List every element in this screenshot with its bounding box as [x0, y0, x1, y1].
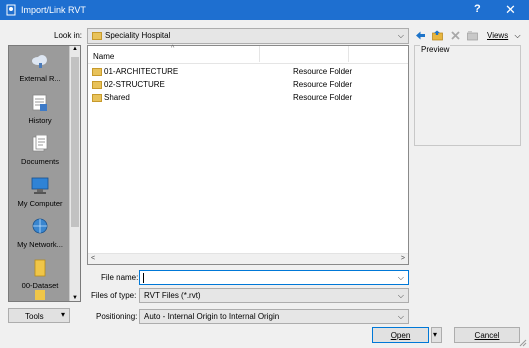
files-of-type-dropdown[interactable]: RVT Files (*.rvt) ⌵: [139, 288, 409, 303]
item-name: 02-STRUCTURE: [104, 80, 165, 89]
folder-icon: [92, 81, 102, 89]
revit-app-icon: [6, 4, 16, 16]
column-separator[interactable]: [259, 46, 260, 62]
list-item[interactable]: Shared Resource Folder: [88, 92, 398, 105]
chevron-down-icon[interactable]: ⌵: [398, 31, 404, 41]
files-of-type-label: Files of type:: [91, 291, 137, 300]
close-button[interactable]: ✕: [505, 2, 516, 18]
scroll-right-icon[interactable]: >: [401, 255, 405, 262]
views-chevron-icon: ⌵: [514, 31, 521, 40]
look-in-dropdown[interactable]: Speciality Hospital ⌵: [87, 28, 409, 44]
file-name-input[interactable]: ⌵: [139, 270, 409, 285]
positioning-label: Positioning:: [96, 312, 138, 321]
chevron-down-icon[interactable]: ⌵: [398, 273, 404, 283]
tools-button[interactable]: Tools ▾: [8, 308, 70, 323]
list-item[interactable]: 02-STRUCTURE Resource Folder: [88, 79, 398, 92]
new-folder-icon[interactable]: [467, 30, 478, 41]
scrollbar-thumb[interactable]: [71, 57, 79, 227]
text-caret: [143, 273, 144, 283]
place-label: 00-Dataset: [21, 281, 59, 290]
place-label: My Network...: [17, 240, 63, 249]
list-item[interactable]: 01-ARCHITECTURE Resource Folder: [88, 66, 398, 79]
scroll-down-icon[interactable]: ▼: [72, 295, 78, 301]
window-title: Import/Link RVT: [21, 5, 86, 15]
place-label: My Computer: [17, 199, 63, 208]
tools-label: Tools: [25, 312, 44, 321]
place-partial: [9, 290, 71, 300]
open-options-button[interactable]: ▾: [431, 327, 442, 343]
place-my-computer[interactable]: My Computer: [9, 177, 71, 208]
folder-icon: [34, 259, 46, 277]
place-label: External R...: [19, 74, 61, 83]
history-icon: [32, 94, 47, 111]
back-arrow-icon[interactable]: [415, 30, 426, 41]
look-in-value: Speciality Hospital: [105, 31, 171, 40]
chevron-down-icon[interactable]: ⌵: [398, 291, 404, 301]
delete-icon[interactable]: [450, 30, 461, 41]
column-name[interactable]: Name: [93, 52, 114, 61]
item-name: 01-ARCHITECTURE: [104, 67, 179, 76]
folder-icon: [92, 32, 102, 40]
files-of-type-value: RVT Files (*.rvt): [144, 291, 201, 300]
network-icon: [32, 218, 48, 234]
chevron-down-icon: ▾: [433, 330, 438, 339]
resize-grip-icon[interactable]: [517, 337, 527, 347]
views-menu[interactable]: Views ⌵: [487, 31, 521, 41]
cancel-label: Cancel: [474, 331, 500, 340]
item-name: Shared: [104, 93, 130, 102]
place-documents[interactable]: Documents: [9, 134, 71, 166]
help-button[interactable]: ?: [474, 3, 481, 15]
place-my-network[interactable]: My Network...: [9, 218, 71, 249]
chevron-down-icon[interactable]: ⌵: [398, 312, 404, 322]
computer-icon: [31, 177, 49, 194]
places-sidebar: External R... History Documents My Compu…: [8, 45, 81, 302]
place-00-dataset[interactable]: 00-Dataset: [9, 259, 71, 290]
place-external-resources[interactable]: External R...: [9, 52, 71, 83]
positioning-dropdown[interactable]: Auto - Internal Origin to Internal Origi…: [139, 309, 409, 324]
tools-dropdown-icon: ▾: [60, 310, 65, 319]
sort-ascending-icon: ^: [171, 45, 175, 52]
folder-icon: [92, 94, 102, 102]
scroll-up-icon[interactable]: ▲: [72, 46, 78, 52]
place-history[interactable]: History: [9, 94, 71, 125]
up-folder-icon[interactable]: [432, 30, 443, 41]
cloud-icon: [32, 55, 47, 68]
item-type: Resource Folder: [293, 80, 353, 89]
preview-panel: Preview: [414, 45, 521, 146]
folder-icon: [35, 290, 45, 300]
places-scrollbar[interactable]: ▲ ▼: [69, 46, 80, 301]
place-label: Documents: [21, 157, 59, 166]
title-bar: Import/Link RVT ? ✕: [0, 0, 529, 20]
column-separator[interactable]: [348, 46, 349, 62]
item-type: Resource Folder: [293, 67, 353, 76]
cancel-button[interactable]: Cancel: [454, 327, 520, 343]
folder-icon: [92, 68, 102, 76]
open-label: Open: [390, 331, 411, 340]
place-label: History: [28, 116, 52, 125]
item-type: Resource Folder: [293, 93, 353, 102]
preview-label: Preview: [420, 45, 451, 54]
look-in-label: Look in:: [54, 31, 83, 40]
file-list-header: ^ Name: [88, 45, 408, 64]
scroll-left-icon[interactable]: <: [91, 255, 95, 262]
file-list-hscrollbar[interactable]: < >: [88, 253, 408, 264]
documents-icon: [32, 134, 48, 152]
file-name-label: File name:: [101, 273, 139, 282]
views-label: Views: [487, 31, 509, 40]
positioning-value: Auto - Internal Origin to Internal Origi…: [144, 312, 280, 321]
open-button[interactable]: Open: [372, 327, 429, 343]
file-list[interactable]: ^ Name 01-ARCHITECTURE Resource Folder 0…: [87, 45, 409, 265]
import-link-dialog: Import/Link RVT ? ✕ Look in: Speciality …: [0, 0, 529, 348]
